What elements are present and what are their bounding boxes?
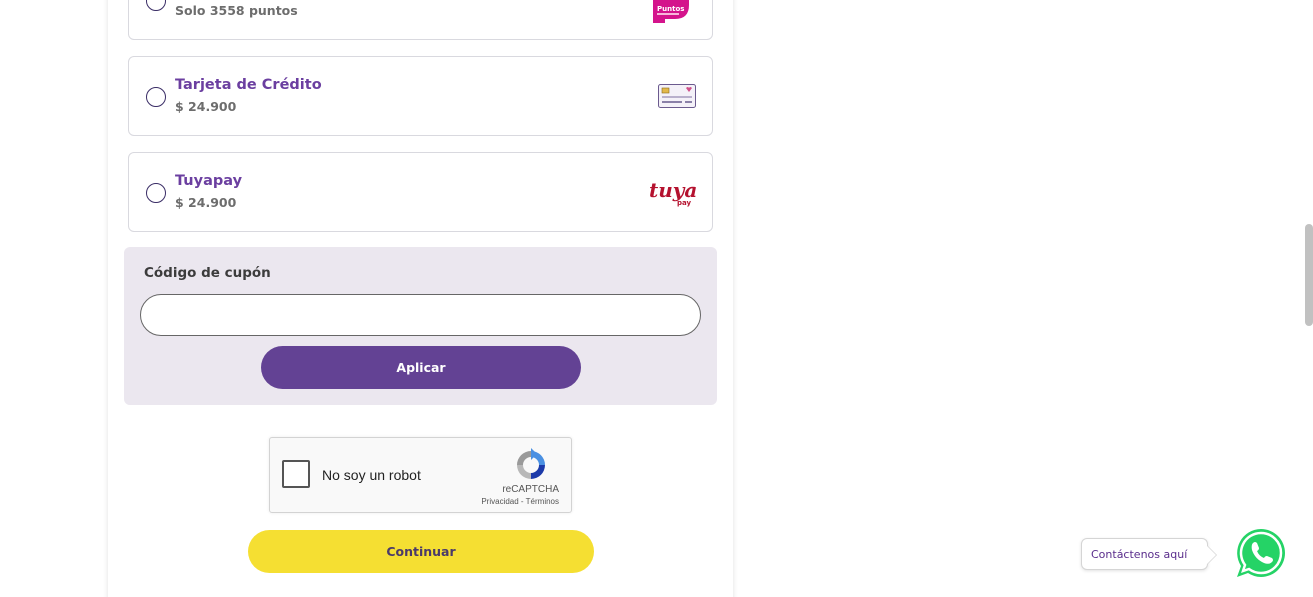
option-subtitle: Solo 3558 puntos xyxy=(175,3,298,18)
recaptcha-widget: No soy un robot reCAPTCHA Privacidad - T… xyxy=(269,437,572,513)
option-title: Tarjeta de Crédito xyxy=(175,77,322,93)
option-title: Tuyapay xyxy=(175,173,243,189)
tuyapay-logo: tuya pay xyxy=(649,178,697,207)
scrollbar-thumb[interactable] xyxy=(1305,224,1313,326)
credit-card-icon xyxy=(658,84,696,108)
apply-coupon-button[interactable]: Aplicar xyxy=(261,346,581,389)
recaptcha-label: No soy un robot xyxy=(322,467,421,483)
option-subtitle: $ 24.900 xyxy=(175,99,237,114)
recaptcha-checkbox[interactable] xyxy=(282,460,310,488)
payment-option-tuyapay[interactable]: Tuyapay $ 24.900 tuya pay xyxy=(128,152,713,232)
coupon-section: Código de cupón Aplicar xyxy=(124,247,717,405)
radio-credit-card[interactable] xyxy=(146,87,166,107)
radio-tuyapay[interactable] xyxy=(146,183,166,203)
payment-option-puntos[interactable]: Solo 3558 puntos Puntos xyxy=(128,0,713,40)
puntos-colombia-logo: Puntos xyxy=(653,0,689,23)
continue-button[interactable]: Continuar xyxy=(248,530,594,573)
recaptcha-logo-icon xyxy=(517,448,545,479)
option-subtitle: $ 24.900 xyxy=(175,195,237,210)
payment-option-credit-card[interactable]: Tarjeta de Crédito $ 24.900 xyxy=(128,56,713,136)
radio-puntos[interactable] xyxy=(146,0,166,11)
recaptcha-brand: reCAPTCHA xyxy=(502,484,559,495)
contact-label: Contáctenos aquí xyxy=(1091,547,1188,561)
recaptcha-links[interactable]: Privacidad - Términos xyxy=(481,497,559,506)
svg-text:Puntos: Puntos xyxy=(657,5,684,13)
svg-text:pay: pay xyxy=(677,199,692,207)
contact-bubble[interactable]: Contáctenos aquí xyxy=(1081,538,1208,570)
coupon-input[interactable] xyxy=(140,294,701,336)
coupon-label: Código de cupón xyxy=(144,265,271,281)
whatsapp-icon[interactable] xyxy=(1232,524,1290,582)
